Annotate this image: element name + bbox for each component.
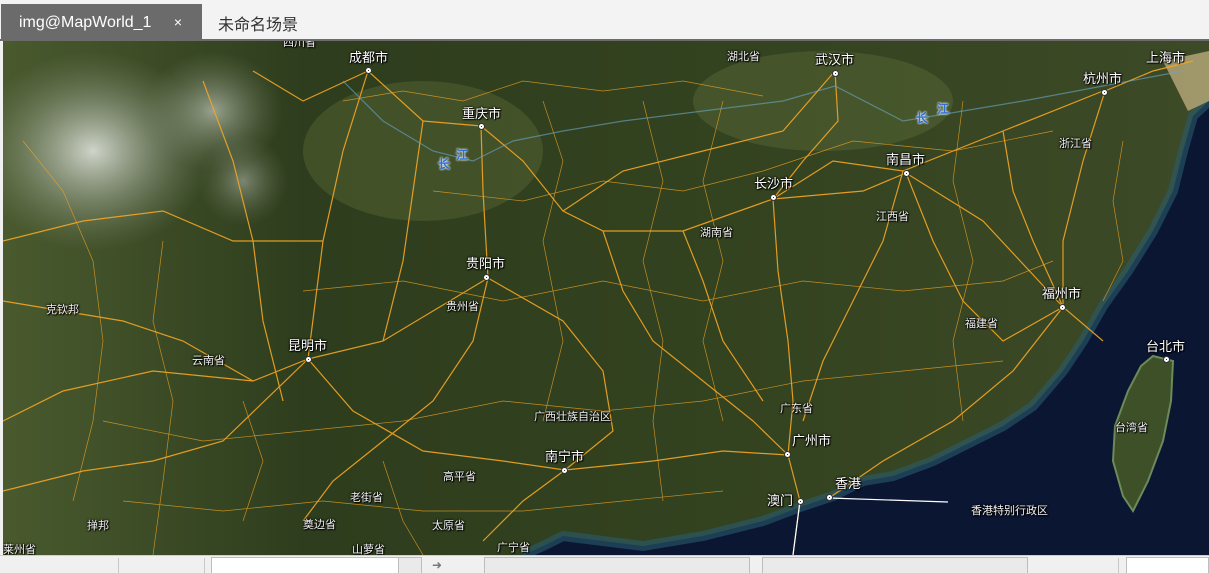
scale-dropdown-button[interactable] xyxy=(398,557,422,573)
map-canvas[interactable]: 成都市 武汉市 杭州市 上海市 重庆市 南昌市 长沙市 贵阳市 福州市 昆明市 … xyxy=(3,41,1209,555)
basin-area xyxy=(303,81,543,221)
province-label: 老街省 xyxy=(350,492,383,504)
satellite-basemap xyxy=(3,41,1209,555)
city-marker[interactable] xyxy=(305,356,312,363)
city-marker[interactable] xyxy=(561,467,568,474)
province-label: 浙江省 xyxy=(1059,138,1092,150)
status-bar: ➜ xyxy=(0,555,1209,573)
city-marker[interactable] xyxy=(1059,304,1066,311)
status-separator xyxy=(204,558,205,573)
close-icon[interactable]: × xyxy=(170,14,186,30)
city-marker[interactable] xyxy=(483,274,490,281)
city-label: 南昌市 xyxy=(886,152,926,167)
status-separator xyxy=(1118,558,1119,573)
city-label: 贵阳市 xyxy=(466,256,506,271)
city-label: 广州市 xyxy=(792,433,832,448)
province-label: 广宁省 xyxy=(497,542,530,554)
status-text xyxy=(128,557,198,573)
city-marker[interactable] xyxy=(797,498,804,505)
province-label: 广东省 xyxy=(780,403,813,415)
zoom-input[interactable] xyxy=(1126,557,1209,573)
city-label: 武汉市 xyxy=(815,52,855,67)
arrow-icon: ➜ xyxy=(432,558,443,572)
river-label: 长 xyxy=(916,111,929,125)
city-marker[interactable] xyxy=(832,70,839,77)
city-label: 重庆市 xyxy=(462,106,502,121)
city-label: 台北市 xyxy=(1146,339,1186,354)
tab-untitled-scene[interactable]: 未命名场景 xyxy=(203,4,353,41)
province-label: 山萝省 xyxy=(352,544,385,555)
unit-select[interactable] xyxy=(762,557,1028,573)
province-label: 台湾省 xyxy=(1115,422,1148,434)
province-label: 福建省 xyxy=(965,318,998,330)
city-marker[interactable] xyxy=(478,123,485,130)
city-label: 昆明市 xyxy=(288,338,328,353)
status-text xyxy=(1040,557,1116,573)
province-label: 莱州省 xyxy=(3,544,36,555)
city-marker[interactable] xyxy=(1101,89,1108,96)
city-marker[interactable] xyxy=(770,194,777,201)
tab-map-world[interactable]: img@MapWorld_1 × xyxy=(1,4,202,41)
city-label: 香港 xyxy=(835,476,862,491)
river-label: 江 xyxy=(937,102,950,116)
coordinate-input[interactable] xyxy=(211,557,399,573)
city-marker[interactable] xyxy=(784,451,791,458)
province-label: 奠边省 xyxy=(303,519,336,531)
province-label: 湖北省 xyxy=(727,51,760,63)
province-label: 四川省 xyxy=(283,41,316,49)
tab-label: img@MapWorld_1 xyxy=(19,13,152,31)
city-marker[interactable] xyxy=(826,494,833,501)
map-application: img@MapWorld_1 × 未命名场景 成都市 武汉市 杭州市 上海市 重… xyxy=(0,0,1209,573)
city-label: 澳门 xyxy=(767,493,794,508)
snow-mountains xyxy=(198,136,288,226)
status-separator xyxy=(118,558,119,573)
province-label: 云南省 xyxy=(192,355,225,367)
tab-label: 未命名场景 xyxy=(218,16,299,34)
city-label: 长沙市 xyxy=(754,176,794,191)
city-marker[interactable] xyxy=(365,67,372,74)
projection-select[interactable] xyxy=(484,557,750,573)
province-label: 克钦邦 xyxy=(46,304,79,316)
city-label: 南宁市 xyxy=(545,449,585,464)
province-label: 江西省 xyxy=(876,211,909,223)
city-label: 福州市 xyxy=(1042,286,1082,301)
river-label: 江 xyxy=(456,148,469,162)
province-label: 掸邦 xyxy=(87,520,109,532)
province-label: 香港特别行政区 xyxy=(971,505,1048,517)
city-label: 杭州市 xyxy=(1083,71,1123,86)
city-label: 成都市 xyxy=(349,50,389,65)
province-label: 广西壮族自治区 xyxy=(534,411,611,423)
river-label: 长 xyxy=(438,157,451,171)
status-text xyxy=(6,557,110,573)
city-marker[interactable] xyxy=(903,170,910,177)
province-label: 太原省 xyxy=(432,520,465,532)
province-label: 湖南省 xyxy=(700,227,733,239)
city-marker[interactable] xyxy=(1163,356,1170,363)
document-tab-bar: img@MapWorld_1 × 未命名场景 xyxy=(0,0,1209,41)
province-label: 贵州省 xyxy=(446,301,479,313)
province-label: 高平省 xyxy=(443,471,476,483)
city-label: 上海市 xyxy=(1146,50,1186,65)
